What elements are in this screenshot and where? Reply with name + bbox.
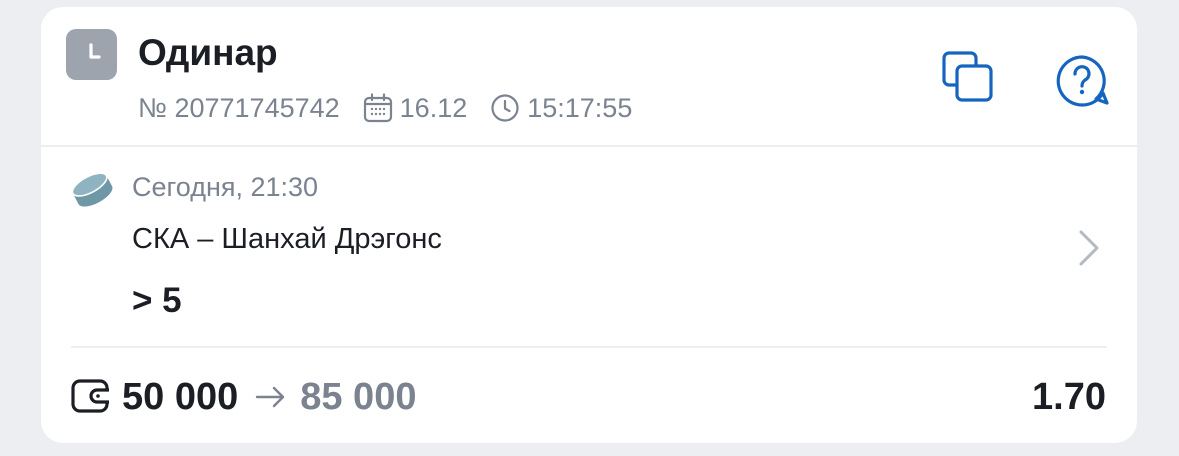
bet-card: Одинар № 20771745742 16.12 15:17:55 Сего…	[41, 7, 1137, 443]
bet-footer: 50 000 85 000 1.70	[41, 348, 1137, 443]
event-row[interactable]: Сегодня, 21:30 СКА – Шанхай Дрэгонс > 5	[41, 147, 1137, 346]
wallet-icon	[71, 376, 111, 416]
payout-amount: 85 000	[300, 375, 417, 418]
clock-icon	[66, 29, 117, 80]
event-start-time: Сегодня, 21:30	[132, 172, 319, 202]
stake-amount: 50 000	[122, 375, 239, 418]
hockey-puck-icon	[70, 167, 114, 211]
time-icon	[489, 92, 521, 124]
stake-block: 50 000 85 000	[122, 375, 416, 419]
arrow-right-icon	[254, 384, 288, 410]
bet-header: Одинар № 20771745742 16.12 15:17:55	[41, 7, 1137, 145]
bet-date: 16.12	[399, 92, 468, 123]
help-button[interactable]	[1052, 52, 1112, 112]
bet-odds: 1.70	[1032, 376, 1106, 418]
chevron-right-icon	[1072, 224, 1106, 272]
copy-icon	[942, 51, 993, 102]
bet-number: № 20771745742	[138, 92, 340, 123]
bet-type-title: Одинар	[138, 32, 278, 73]
event-outcome: > 5	[132, 281, 182, 320]
calendar-icon	[362, 92, 394, 124]
event-name: СКА – Шанхай Дрэгонс	[132, 223, 442, 255]
bet-meta: № 20771745742 16.12 15:17:55	[138, 90, 632, 126]
help-icon	[1056, 55, 1109, 107]
bet-time: 15:17:55	[527, 92, 633, 123]
copy-button[interactable]	[938, 47, 998, 107]
